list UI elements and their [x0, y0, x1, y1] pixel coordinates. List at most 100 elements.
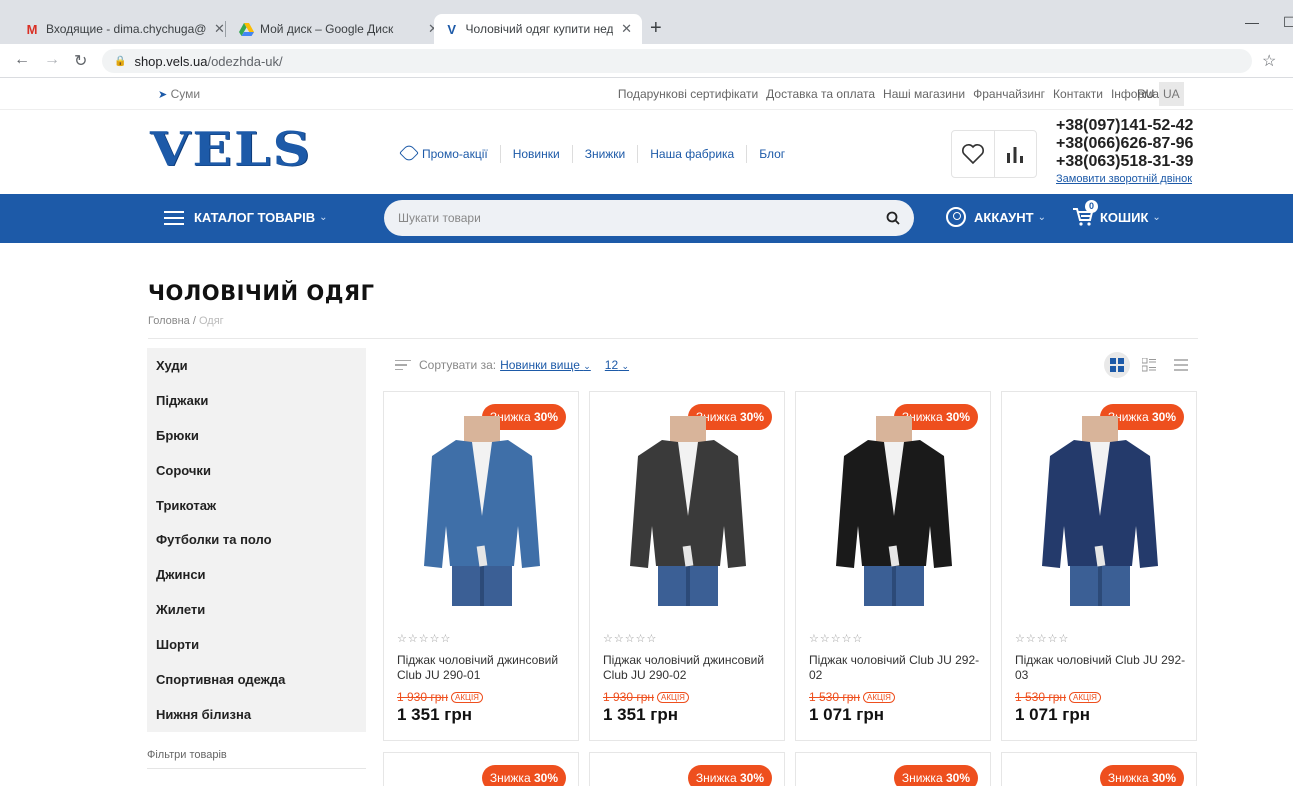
link-contacts[interactable]: Контакти: [1053, 87, 1103, 101]
old-price-value: 1 930 грн: [603, 690, 655, 704]
user-icon: [946, 207, 966, 227]
chevron-down-icon: ⌄: [1037, 211, 1046, 223]
city-selector[interactable]: ➤ Суми: [158, 87, 200, 101]
list-view-button[interactable]: [1168, 352, 1194, 378]
search-input[interactable]: [398, 211, 886, 225]
nav-promo[interactable]: Промо-акції: [399, 143, 501, 163]
bookmark-star-icon[interactable]: ☆: [1262, 51, 1276, 71]
tab-title: Входящие - dima.chychuga@gm: [46, 22, 206, 36]
promo-tag: АКЦІЯ: [863, 692, 895, 703]
browser-tab-vels[interactable]: V Чоловічий одяг купити недорог ✕: [434, 14, 642, 44]
url-host: shop.vels.ua: [134, 53, 208, 69]
product-card[interactable]: Знижка 30%: [795, 752, 991, 786]
close-icon[interactable]: ✕: [214, 21, 225, 37]
address-bar[interactable]: 🔒 shop.vels.ua/odezhda-uk/: [102, 49, 1252, 73]
old-price: 1 930 грн АКЦІЯ: [603, 690, 689, 704]
tag-icon: [399, 143, 419, 163]
discount-badge: Знижка 30%: [687, 765, 772, 786]
forward-icon[interactable]: →: [44, 51, 60, 69]
product-image[interactable]: [826, 416, 962, 606]
link-gift-certificates[interactable]: Подарункові сертифікати: [618, 87, 758, 101]
product-card[interactable]: Знижка 30%: [589, 752, 785, 786]
heart-icon: [961, 144, 984, 165]
callback-link[interactable]: Замовити зворотній двінок: [1056, 172, 1193, 186]
old-price-value: 1 530 грн: [809, 690, 861, 704]
compare-button[interactable]: [995, 131, 1037, 177]
product-name[interactable]: Піджак чоловічий Club JU 292-02: [809, 653, 984, 683]
promo-tag: АКЦІЯ: [1069, 692, 1101, 703]
account-button[interactable]: АККАУНТ ⌄: [946, 207, 1046, 227]
phone-2[interactable]: +38(066)626-87-96: [1056, 135, 1193, 153]
product-name[interactable]: Піджак чоловічий Club JU 292-03: [1015, 653, 1190, 683]
product-price: 1 351 грн: [397, 705, 472, 724]
filters-heading[interactable]: Фільтри товарів: [147, 749, 227, 761]
breadcrumb-home[interactable]: Головна: [148, 315, 190, 327]
rating-stars: ☆☆☆☆☆: [603, 633, 658, 645]
minimize-icon[interactable]: —: [1245, 14, 1259, 30]
old-price-value: 1 930 грн: [397, 690, 449, 704]
nav-new[interactable]: Новинки: [501, 145, 573, 163]
phone-1[interactable]: +38(097)141-52-42: [1056, 117, 1193, 135]
close-icon[interactable]: ✕: [621, 21, 632, 37]
sort-select[interactable]: Новинки вище ⌄: [500, 358, 591, 372]
product-image[interactable]: [620, 416, 756, 606]
product-card[interactable]: Знижка 30%: [1001, 752, 1197, 786]
sidebar-item-vests[interactable]: Жилети: [147, 592, 366, 627]
phone-3[interactable]: +38(063)518-31-39: [1056, 153, 1193, 171]
catalog-label: КАТАЛОГ ТОВАРІВ: [194, 210, 316, 225]
lock-icon: 🔒: [114, 55, 127, 67]
product-name[interactable]: Піджак чоловічий джинсовий Club JU 290-0…: [397, 653, 572, 683]
catalog-button[interactable]: КАТАЛОГ ТОВАРІВ ⌄: [164, 210, 327, 225]
nav-factory[interactable]: Наша фабрика: [638, 145, 748, 163]
sidebar-item-trousers[interactable]: Брюки: [147, 418, 366, 453]
product-card[interactable]: Знижка 30% ☆☆☆☆☆ Піджак чоловічий джинсови…: [589, 391, 785, 741]
link-stores[interactable]: Наші магазини: [883, 87, 965, 101]
gmail-icon: M: [26, 21, 38, 37]
discount-badge: Знижка 30%: [481, 765, 566, 786]
sidebar-item-underwear[interactable]: Нижня білизна: [147, 697, 366, 732]
discount-percent: 30%: [533, 771, 558, 785]
vels-logo[interactable]: VELS: [150, 126, 312, 174]
discount-percent: 30%: [1151, 771, 1176, 785]
search-icon[interactable]: [886, 211, 900, 225]
old-price-value: 1 530 грн: [1015, 690, 1067, 704]
sidebar-item-jackets[interactable]: Піджаки: [147, 383, 366, 418]
nav-blog[interactable]: Блог: [747, 145, 797, 163]
product-image[interactable]: [1032, 416, 1168, 606]
link-delivery[interactable]: Доставка та оплата: [766, 87, 875, 101]
per-page-select[interactable]: 12 ⌄: [605, 358, 629, 372]
product-card[interactable]: Знижка 30% ☆☆☆☆☆ Піджак чоловічий Club JU …: [1001, 391, 1197, 741]
new-tab-icon[interactable]: +: [650, 17, 662, 40]
discount-percent: 30%: [945, 771, 970, 785]
nav-discounts[interactable]: Знижки: [573, 145, 639, 163]
back-icon[interactable]: ←: [14, 51, 30, 69]
wishlist-button[interactable]: [952, 131, 995, 177]
tab-title: Чоловічий одяг купити недорог: [465, 22, 614, 36]
cart-button[interactable]: 0 КОШИК ⌄: [1072, 200, 1161, 230]
per-page-value: 12: [604, 358, 619, 372]
browser-tab-gmail[interactable]: M Входящие - dima.chychuga@gm ✕: [14, 14, 235, 44]
lang-ua[interactable]: UA: [1159, 82, 1184, 106]
product-card[interactable]: Знижка 30% ☆☆☆☆☆ Піджак чоловічий Club JU …: [795, 391, 991, 741]
sidebar-item-knitwear[interactable]: Трикотаж: [147, 488, 366, 523]
sidebar-item-shirts[interactable]: Сорочки: [147, 453, 366, 488]
sidebar-item-jeans[interactable]: Джинси: [147, 557, 366, 592]
sidebar-item-hoodies[interactable]: Худи: [147, 348, 366, 383]
reload-icon[interactable]: ↻: [74, 51, 87, 71]
cart-icon: 0: [1072, 200, 1098, 230]
product-card[interactable]: Знижка 30%: [383, 752, 579, 786]
discount-label: Знижка: [489, 771, 531, 785]
lang-ru[interactable]: RU: [1133, 82, 1158, 106]
product-name[interactable]: Піджак чоловічий джинсовий Club JU 290-0…: [603, 653, 778, 683]
link-franchise[interactable]: Франчайзинг: [973, 87, 1045, 101]
sidebar-item-shorts[interactable]: Шорти: [147, 627, 366, 662]
sidebar-item-sportswear[interactable]: Спортивная одежда: [147, 662, 366, 697]
list-detail-view-button[interactable]: [1136, 352, 1162, 378]
product-card[interactable]: Знижка 30% ☆☆☆☆☆ Піджак чоловічий джинсови…: [383, 391, 579, 741]
browser-tab-drive[interactable]: Мой диск – Google Диск ✕: [228, 14, 449, 44]
product-image[interactable]: [414, 416, 550, 606]
sidebar-item-tshirts[interactable]: Футболки та поло: [147, 522, 366, 557]
maximize-icon[interactable]: ☐: [1283, 14, 1293, 31]
grid-view-button[interactable]: [1104, 352, 1130, 378]
promo-tag: АКЦІЯ: [657, 692, 689, 703]
